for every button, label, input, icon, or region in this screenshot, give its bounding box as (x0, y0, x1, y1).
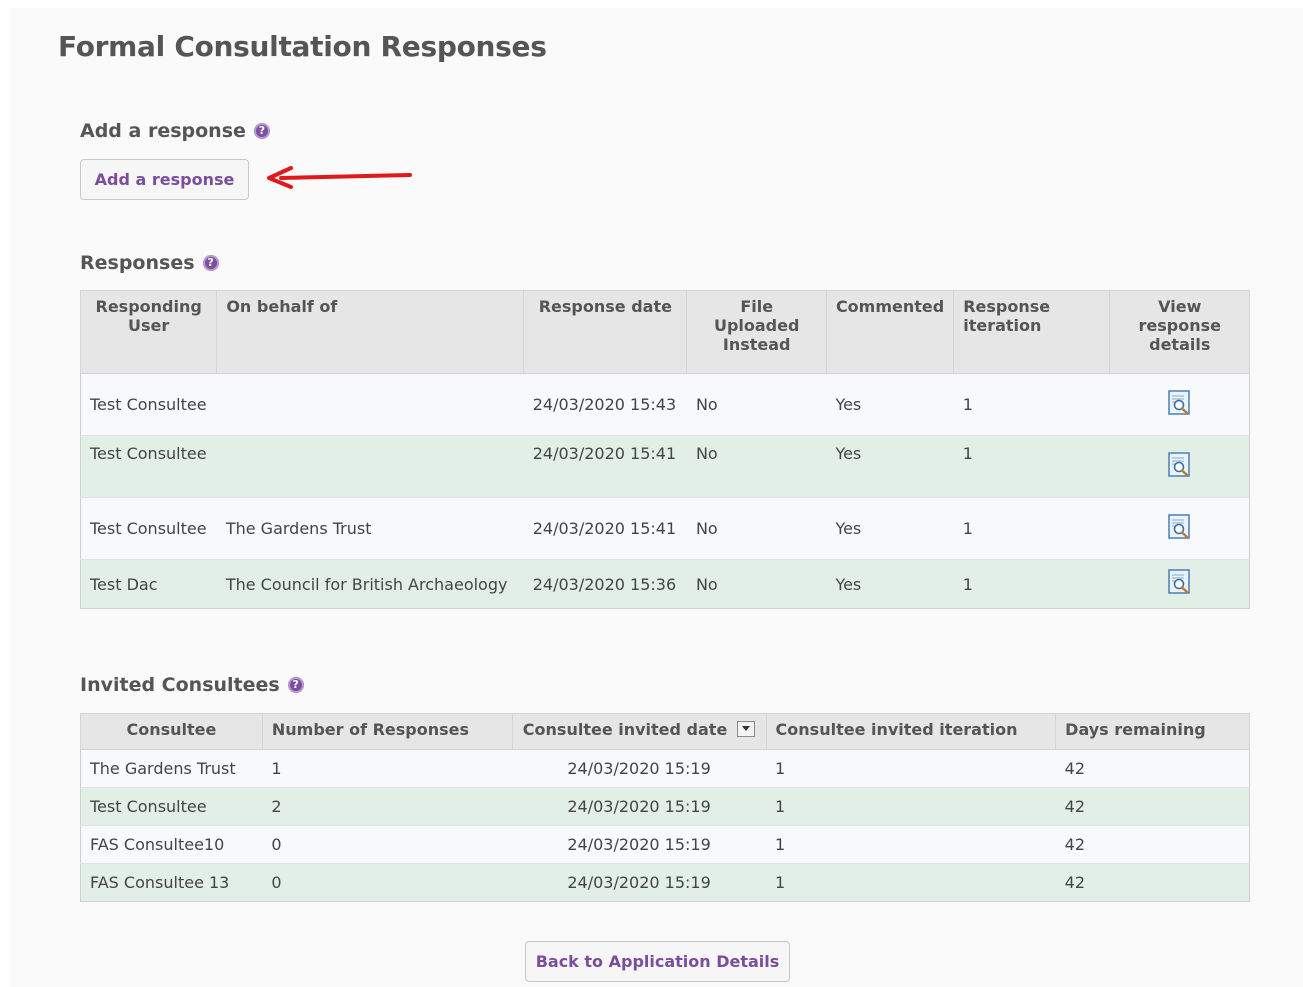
number-of-responses: 2 (262, 787, 513, 826)
document-magnifier-icon[interactable] (1167, 389, 1191, 416)
table-row: FAS Consultee10 0 24/03/2020 15:19 1 42 (80, 825, 1250, 864)
responses-table: Responding User On behalf of Response da… (79, 290, 1250, 609)
commented: Yes (826, 497, 954, 560)
on-behalf-of: The Council for British Archaeology (216, 559, 524, 609)
commented: Yes (826, 435, 954, 498)
column-header-consultee[interactable]: Consultee (80, 713, 263, 750)
file-uploaded: No (686, 497, 827, 560)
response-date: 24/03/2020 15:43 (523, 373, 687, 436)
column-header-number-of-responses[interactable]: Number of Responses (261, 713, 513, 750)
table-row: Test Consultee 24/03/2020 15:41 No Yes 1 (80, 435, 1250, 498)
table-row: Test Dac The Council for British Archaeo… (80, 559, 1250, 609)
response-date: 24/03/2020 15:36 (523, 559, 687, 609)
view-details-cell (1109, 435, 1250, 498)
invited-iteration: 1 (766, 825, 1056, 864)
view-details-cell (1109, 559, 1250, 609)
days-remaining: 42 (1055, 825, 1250, 864)
response-iteration: 1 (953, 497, 1110, 560)
consultee: The Gardens Trust (80, 749, 263, 788)
column-header-on-behalf-of[interactable]: On behalf of (216, 290, 525, 374)
invited-consultees-heading: Invited Consultees ? (80, 674, 304, 696)
help-icon[interactable]: ? (202, 255, 219, 271)
table-row: Test Consultee 2 24/03/2020 15:19 1 42 (80, 787, 1250, 826)
table-row: Test Consultee The Gardens Trust 24/03/2… (80, 497, 1250, 560)
response-iteration: 1 (953, 559, 1110, 609)
responding-user: Test Consultee (80, 497, 217, 560)
invited-consultees-table: Consultee Number of Responses Consultee … (80, 713, 1250, 902)
consultee: Test Consultee (80, 787, 263, 826)
file-uploaded: No (686, 559, 827, 609)
commented: Yes (826, 559, 954, 609)
view-details-cell (1109, 373, 1250, 436)
column-header-response-iteration[interactable]: Response iteration (953, 290, 1111, 374)
responding-user: Test Dac (80, 559, 217, 609)
add-response-button[interactable]: Add a response (80, 159, 249, 200)
consultee: FAS Consultee10 (80, 825, 263, 864)
help-icon[interactable]: ? (287, 677, 304, 693)
on-behalf-of (216, 373, 524, 436)
commented: Yes (826, 373, 954, 436)
column-header-view-details: View response details (1109, 290, 1250, 374)
column-header-invited-date-label: Consultee invited date (522, 720, 728, 739)
view-details-cell (1109, 497, 1250, 560)
back-to-application-details-button[interactable]: Back to Application Details (525, 941, 790, 982)
column-header-commented[interactable]: Commented (825, 290, 955, 374)
column-header-invited-iteration[interactable]: Consultee invited iteration (765, 713, 1057, 750)
document-magnifier-icon[interactable] (1167, 451, 1191, 478)
days-remaining: 42 (1055, 863, 1250, 902)
help-icon[interactable]: ? (253, 123, 270, 139)
responses-heading: Responses ? (80, 252, 219, 274)
document-magnifier-icon[interactable] (1167, 569, 1191, 595)
invited-date: 24/03/2020 15:19 (512, 749, 767, 788)
column-header-file-uploaded[interactable]: File Uploaded Instead (686, 290, 827, 374)
responding-user: Test Consultee (80, 435, 217, 498)
invited-consultees-heading-label: Invited Consultees (80, 674, 280, 696)
page-title: Formal Consultation Responses (58, 30, 547, 63)
table-row: Test Consultee 24/03/2020 15:43 No Yes 1 (80, 373, 1250, 436)
responding-user: Test Consultee (80, 373, 217, 436)
number-of-responses: 0 (262, 863, 513, 902)
on-behalf-of (216, 435, 524, 498)
invited-date: 24/03/2020 15:19 (512, 787, 767, 826)
add-response-heading-label: Add a response (80, 120, 246, 142)
days-remaining: 42 (1055, 787, 1250, 826)
days-remaining: 42 (1055, 749, 1250, 788)
sort-dropdown-icon[interactable] (737, 720, 756, 737)
file-uploaded: No (686, 435, 827, 498)
invited-header-row: Consultee Number of Responses Consultee … (80, 713, 1250, 750)
response-iteration: 1 (953, 373, 1110, 436)
document-magnifier-icon[interactable] (1167, 513, 1191, 540)
column-header-days-remaining[interactable]: Days remaining (1055, 713, 1250, 750)
invited-iteration: 1 (766, 863, 1056, 902)
table-row: The Gardens Trust 1 24/03/2020 15:19 1 4… (80, 749, 1250, 788)
red-arrow-annotation (267, 166, 412, 189)
file-uploaded: No (686, 373, 827, 436)
response-iteration: 1 (953, 435, 1110, 498)
responses-header-row: Responding User On behalf of Response da… (79, 290, 1250, 374)
response-date: 24/03/2020 15:41 (523, 435, 687, 498)
column-header-invited-date[interactable]: Consultee invited date (511, 713, 767, 750)
number-of-responses: 0 (262, 825, 513, 864)
invited-date: 24/03/2020 15:19 (512, 863, 767, 902)
add-response-heading: Add a response ? (80, 120, 270, 142)
number-of-responses: 1 (262, 749, 513, 788)
consultee: FAS Consultee 13 (80, 863, 263, 902)
on-behalf-of: The Gardens Trust (216, 497, 524, 560)
response-date: 24/03/2020 15:41 (523, 497, 687, 560)
column-header-responding-user[interactable]: Responding User (79, 290, 218, 374)
invited-iteration: 1 (766, 787, 1056, 826)
invited-date: 24/03/2020 15:19 (512, 825, 767, 864)
responses-heading-label: Responses (80, 252, 195, 274)
column-header-response-date[interactable]: Response date (523, 290, 688, 374)
table-row: FAS Consultee 13 0 24/03/2020 15:19 1 42 (80, 863, 1250, 902)
invited-iteration: 1 (766, 749, 1056, 788)
